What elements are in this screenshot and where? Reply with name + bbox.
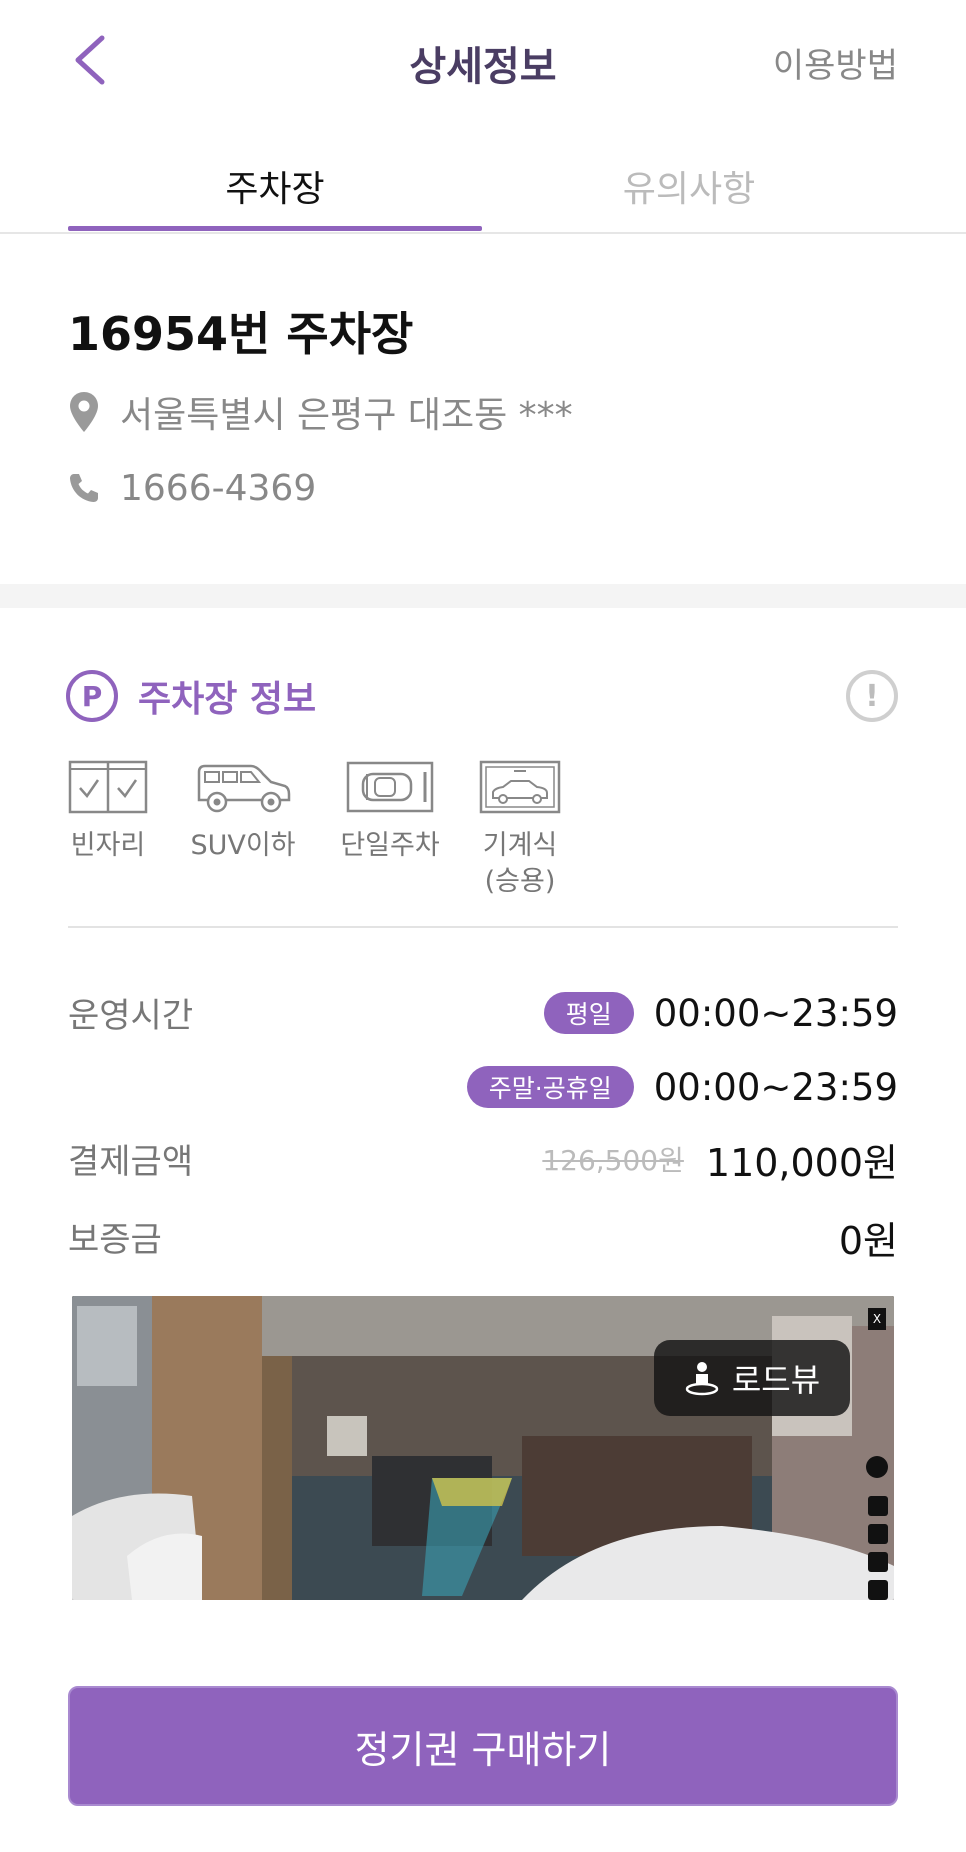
how-to-use-link[interactable]: 이용방법 (773, 38, 898, 87)
weekday-badge: 평일 (543, 992, 634, 1034)
exclamation-icon[interactable]: ! (846, 670, 898, 722)
feature-label-empty-space: 빈자리 (70, 830, 146, 861)
weekday-time: 00:00~23:59 (653, 991, 898, 1035)
fullscreen-icon[interactable] (868, 1552, 888, 1572)
tab-parking-lot[interactable]: 주차장 (68, 160, 482, 212)
phone-row[interactable]: 1666-4369 (68, 464, 316, 512)
feature-label-single-parking: 단일주차 (340, 830, 440, 861)
roadview-button-label: 로드뷰 (731, 1361, 821, 1399)
phone-icon (68, 466, 100, 510)
zoom-in-icon[interactable] (868, 1496, 888, 1516)
parking-info-header: P 주차장 정보 (66, 668, 316, 724)
feature-label-mechanical: 기계식 (승용) (482, 830, 558, 897)
weekend-badge: 주말·공휴일 (466, 1066, 634, 1108)
feature-suv: SUV이하 (178, 760, 308, 864)
feature-single-parking: 단일주차 (330, 760, 450, 864)
feature-empty-space: 빈자리 (60, 760, 156, 864)
hours-label: 운영시간 (68, 996, 194, 1036)
weekday-hours-row: 평일 00:00~23:59 (543, 990, 898, 1036)
address-row: 서울특별시 은평구 대조동 *** (68, 388, 573, 436)
roadview-panel[interactable]: 로드뷰 X (72, 1296, 894, 1600)
deposit-value: 0원 (838, 1219, 898, 1263)
final-price: 110,000원 (705, 1140, 898, 1185)
price-row: 126,500원 110,000원 (542, 1134, 898, 1185)
location-pin-icon (68, 390, 100, 434)
person-icon (685, 1362, 719, 1396)
weekend-hours-row: 주말·공휴일 00:00~23:59 (466, 1064, 898, 1110)
buy-pass-button[interactable]: 정기권 구매하기 (68, 1686, 898, 1806)
parking-p-icon: P (66, 670, 118, 722)
zoom-out-icon[interactable] (868, 1580, 888, 1600)
divider (68, 926, 898, 928)
phone-number[interactable]: 1666-4369 (120, 468, 316, 509)
tab-bar: 주차장 유의사항 (0, 150, 966, 234)
mechanical-parking-icon (479, 760, 561, 814)
compass-icon[interactable] (866, 1456, 888, 1478)
single-parking-icon (346, 761, 434, 813)
header: 상세정보 이용방법 (0, 0, 966, 120)
payment-label: 결제금액 (68, 1142, 194, 1182)
roadview-button[interactable]: 로드뷰 (654, 1340, 850, 1416)
deposit-label: 보증금 (68, 1220, 162, 1260)
feature-label-suv: SUV이하 (190, 830, 296, 861)
share-icon[interactable] (868, 1524, 888, 1544)
parking-info-title: 주차장 정보 (138, 679, 317, 720)
empty-space-icon (68, 760, 148, 814)
active-tab-indicator (68, 226, 482, 231)
lot-name: 16954번 주차장 (68, 307, 414, 361)
original-price: 126,500원 (542, 1144, 684, 1177)
section-separator (0, 584, 966, 608)
address-text: 서울특별시 은평구 대조동 *** (120, 395, 573, 436)
tab-notes[interactable]: 유의사항 (482, 160, 896, 212)
weekend-time: 00:00~23:59 (653, 1065, 898, 1109)
roadview-close-button[interactable]: X (868, 1308, 886, 1330)
suv-icon (197, 764, 291, 813)
feature-mechanical: 기계식 (승용) (470, 760, 570, 900)
